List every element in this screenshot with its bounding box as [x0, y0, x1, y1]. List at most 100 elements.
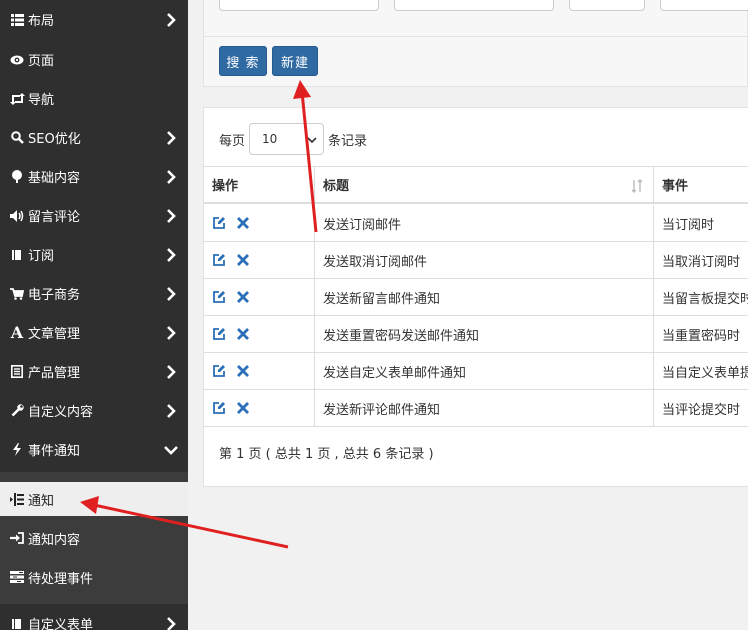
- chevron-right-icon: [167, 169, 176, 184]
- submenu-item-2[interactable]: 待处理事件: [0, 560, 188, 594]
- sidebar-item-0[interactable]: 布局: [0, 0, 188, 39]
- table-row: 发送自定义表单邮件通知当自定义表单提交时: [204, 353, 748, 390]
- row-event: 当重置密码时: [662, 328, 741, 344]
- chevron-right-icon: [167, 247, 176, 262]
- sidebar-item-label: 订阅: [28, 249, 55, 264]
- row-actions: [204, 279, 315, 315]
- sidebar-item-7[interactable]: 电子商务: [0, 274, 188, 313]
- book-icon: [9, 616, 25, 630]
- sidebar-item-8[interactable]: A 文章管理: [0, 313, 188, 352]
- sidebar-item-label: 自定义表单: [28, 618, 94, 630]
- volume-icon: [9, 208, 25, 224]
- filter-field-3[interactable]: [569, 0, 645, 11]
- tasks-icon: [9, 569, 25, 585]
- delete-icon[interactable]: [236, 364, 250, 378]
- edit-icon[interactable]: [212, 401, 226, 415]
- table-row: 发送新留言邮件通知 当留言板提交时: [204, 279, 748, 316]
- chevron-right-icon: [167, 130, 176, 145]
- new-button[interactable]: 新建: [272, 46, 318, 76]
- sidebar-item-5[interactable]: 留言评论: [0, 196, 188, 235]
- sidebar-item-label: 自定义内容: [28, 405, 94, 420]
- table-row: 发送订阅邮件 当订阅时: [204, 205, 748, 242]
- delete-icon[interactable]: [236, 401, 250, 415]
- table-row: 发送取消订阅邮件 当取消订阅时: [204, 242, 748, 279]
- header-title[interactable]: 标题: [315, 167, 654, 202]
- sidebar-item-label: 事件通知: [28, 444, 81, 459]
- submenu-item-label: 通知内容: [28, 532, 81, 548]
- list-icon: [9, 12, 25, 28]
- page-size-suffix: 条记录: [328, 133, 368, 149]
- row-actions: [204, 242, 315, 278]
- sidebar-item-label: 页面: [28, 54, 55, 69]
- table-row: 发送重置密码发送邮件通知 当重置密码时: [204, 316, 748, 353]
- sidebar-item-9[interactable]: 产品管理: [0, 352, 188, 391]
- sidebar-item-label: 布局: [28, 14, 55, 29]
- sidebar-item-label: 产品管理: [28, 366, 81, 381]
- sidebar-item-2[interactable]: 导航: [0, 79, 188, 118]
- row-event: 当留言板提交时: [662, 291, 748, 307]
- sidebar-item-label: 电子商务: [28, 288, 81, 303]
- sidebar-item-1[interactable]: 页面: [0, 40, 188, 79]
- edit-icon[interactable]: [212, 216, 226, 230]
- filter-field-4[interactable]: [660, 0, 748, 11]
- row-title: 发送重置密码发送邮件通知: [315, 316, 654, 352]
- delete-icon[interactable]: [236, 216, 250, 230]
- chevron-right-icon: [167, 403, 176, 418]
- header-event[interactable]: 事件: [654, 167, 748, 202]
- page-size-control: 每页 10 条记录: [219, 123, 367, 155]
- sidebar-item-4[interactable]: 基础内容: [0, 157, 188, 196]
- header-title-label: 标题: [323, 179, 350, 194]
- font-icon: A: [10, 322, 24, 342]
- sidebar-submenu: 通知通知内容待处理事件: [0, 472, 188, 604]
- delete-icon[interactable]: [236, 253, 250, 267]
- sidebar-item-label: 导航: [28, 93, 55, 108]
- sidebar-item-10[interactable]: 自定义内容: [0, 391, 188, 430]
- eye-icon: [9, 52, 25, 68]
- row-event: 当订阅时: [662, 217, 715, 233]
- chevron-right-icon: [167, 616, 176, 630]
- page-size-value: 10: [262, 132, 278, 146]
- sidebar-item-label: 文章管理: [28, 327, 81, 342]
- row-title: 发送取消订阅邮件: [315, 242, 654, 278]
- cart-icon: [9, 286, 25, 302]
- page-size-select[interactable]: 10: [249, 123, 325, 155]
- search-panel: 搜 索 新建: [203, 0, 748, 87]
- pagination-info: 第 1 页 ( 总共 1 页 , 总共 6 条记录 ): [219, 447, 434, 462]
- indent-icon: [9, 491, 25, 507]
- table-header-row: 操作 标题 事件: [204, 166, 748, 204]
- submenu-item-1[interactable]: 通知内容: [0, 521, 188, 555]
- edit-icon[interactable]: [212, 364, 226, 378]
- row-title: 发送新评论邮件通知: [315, 390, 654, 426]
- delete-icon[interactable]: [236, 290, 250, 304]
- filter-field-2[interactable]: [394, 0, 554, 11]
- sidebar-item-label: 留言评论: [28, 210, 81, 225]
- header-actions[interactable]: 操作: [204, 167, 315, 202]
- search-button[interactable]: 搜 索: [219, 46, 267, 76]
- submenu-item-0[interactable]: 通知: [0, 482, 188, 516]
- sidebar-item-custom-form[interactable]: 自定义表单: [0, 604, 188, 630]
- table-row: 发送新评论邮件通知 当评论提交时: [204, 390, 748, 427]
- bolt-icon: [9, 442, 25, 458]
- submenu-item-label: 通知: [28, 493, 55, 509]
- sidebar-item-3[interactable]: SEO优化: [0, 118, 188, 157]
- filter-field-1[interactable]: [219, 0, 379, 11]
- chevron-right-icon: [167, 12, 176, 27]
- sidebar-item-6[interactable]: 订阅: [0, 235, 188, 274]
- row-actions: [204, 390, 315, 426]
- sidebar-item-label: 基础内容: [28, 171, 81, 186]
- page-size-prefix: 每页: [219, 133, 246, 149]
- edit-icon[interactable]: [212, 253, 226, 267]
- sort-icon[interactable]: [631, 179, 643, 193]
- row-title: 发送订阅邮件: [315, 205, 654, 241]
- delete-icon[interactable]: [236, 327, 250, 341]
- sidebar-item-label: SEO优化: [28, 132, 81, 147]
- divider: [204, 36, 747, 37]
- row-actions: [204, 316, 315, 352]
- search-icon: [9, 130, 25, 146]
- edit-icon[interactable]: [212, 290, 226, 304]
- sidebar-item-11[interactable]: 事件通知: [0, 430, 188, 469]
- edit-icon[interactable]: [212, 327, 226, 341]
- chevron-down-icon: [164, 445, 178, 455]
- row-actions: [204, 205, 315, 241]
- chevron-down-icon: [307, 137, 317, 144]
